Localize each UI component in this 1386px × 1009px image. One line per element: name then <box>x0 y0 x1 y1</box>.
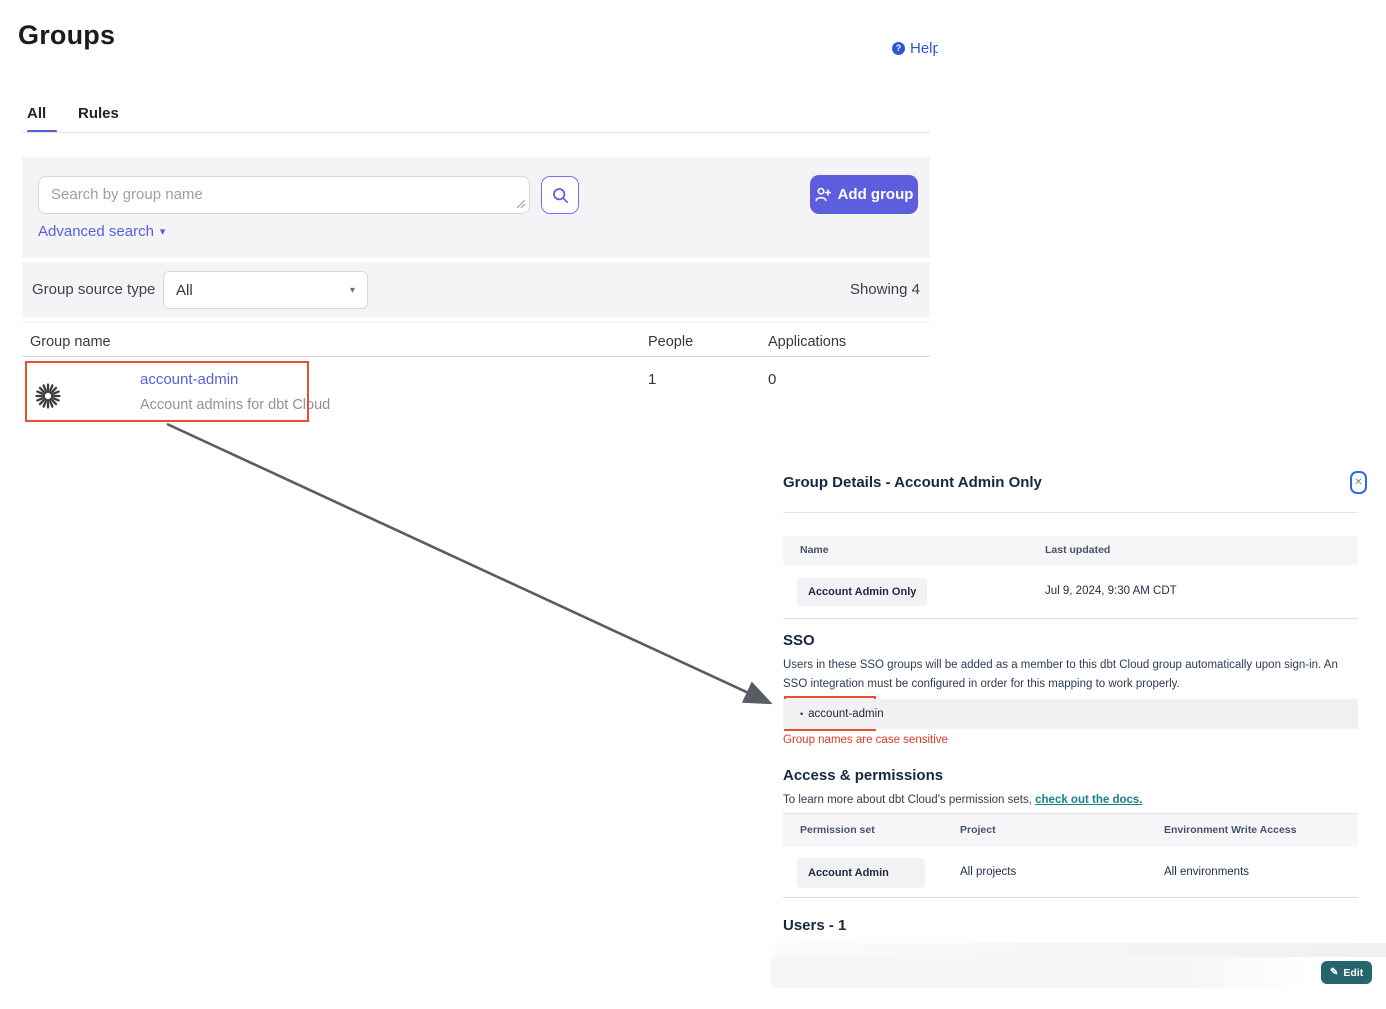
caret-down-icon: ▾ <box>160 225 166 238</box>
add-group-label: Add group <box>838 186 914 203</box>
search-button[interactable] <box>541 176 579 214</box>
advanced-search-label: Advanced search <box>38 223 154 240</box>
group-details-title: Group Details - Account Admin Only <box>783 474 1042 491</box>
column-header-applications: Applications <box>768 334 846 350</box>
applications-count: 0 <box>768 371 776 388</box>
close-button[interactable]: ✕ <box>1350 471 1367 494</box>
group-name-link[interactable]: account-admin <box>140 371 238 388</box>
add-user-icon <box>815 187 831 202</box>
sso-group-name: account-admin <box>808 708 883 720</box>
access-permissions-heading: Access & permissions <box>783 767 943 784</box>
close-icon: ✕ <box>1354 477 1362 488</box>
selected-option-label: All <box>176 282 193 299</box>
edit-label: Edit <box>1343 967 1363 979</box>
sso-group-item: • account-admin <box>800 708 884 720</box>
last-updated-value: Jul 9, 2024, 9:30 AM CDT <box>1045 585 1177 597</box>
access-permissions-description: To learn more about dbt Cloud's permissi… <box>783 794 1142 806</box>
table-top-divider <box>22 322 930 323</box>
help-icon: ? <box>892 42 905 55</box>
annotation-arrow <box>0 0 1386 1009</box>
tab-rules[interactable]: Rules <box>78 105 119 122</box>
help-label: Help <box>910 40 938 57</box>
permission-table-header-env: Environment Write Access <box>1164 824 1296 836</box>
search-panel: Advanced search ▾ Add group <box>22 157 930 258</box>
name-table-header-last-updated: Last updated <box>1045 544 1110 556</box>
case-sensitive-warning: Group names are case sensitive <box>783 734 948 746</box>
group-source-type-select[interactable]: All ▾ <box>163 271 368 309</box>
permission-set-chip: Account Admin <box>797 858 925 888</box>
sso-description: Users in these SSO groups will be added … <box>783 656 1361 694</box>
help-link[interactable]: ? Help <box>892 38 938 58</box>
pencil-icon: ✎ <box>1330 967 1338 978</box>
group-name-chip: Account Admin Only <box>797 578 927 606</box>
permission-table-header-set: Permission set <box>800 824 875 836</box>
column-header-group-name: Group name <box>30 334 111 350</box>
details-title-divider <box>783 512 1358 513</box>
environment-value: All environments <box>1164 866 1249 878</box>
users-table-row-band <box>770 957 1315 988</box>
group-description: Account admins for dbt Cloud <box>140 397 330 413</box>
tabs-divider <box>22 132 930 133</box>
advanced-search-link[interactable]: Advanced search ▾ <box>38 223 165 240</box>
permission-table-header-project: Project <box>960 824 996 836</box>
group-gear-icon <box>34 382 62 415</box>
screenshot-canvas: Groups ? Help All Rules Advanced search … <box>0 0 1386 1009</box>
page-title: Groups <box>18 20 115 51</box>
caret-down-icon: ▾ <box>350 285 355 296</box>
bullet-icon: • <box>800 709 803 719</box>
edit-button[interactable]: ✎ Edit <box>1321 961 1372 984</box>
permission-table-bottom-divider <box>783 897 1358 898</box>
table-header-divider <box>22 356 930 357</box>
docs-link[interactable]: check out the docs. <box>1035 794 1142 806</box>
project-value: All projects <box>960 866 1016 878</box>
name-table-header-name: Name <box>800 544 829 556</box>
users-heading: Users - 1 <box>783 917 846 934</box>
showing-count: Showing 4 <box>850 281 920 298</box>
filter-panel: Group source type All ▾ Showing 4 <box>22 262 930 318</box>
search-icon <box>552 187 569 204</box>
name-table-bottom-divider <box>783 618 1358 619</box>
column-header-people: People <box>648 334 693 350</box>
users-table-header-band <box>775 943 1386 957</box>
group-source-type-label: Group source type <box>32 281 155 298</box>
tab-all[interactable]: All <box>27 105 46 122</box>
sso-heading: SSO <box>783 632 815 649</box>
sso-group-list: • account-admin <box>783 699 1358 729</box>
people-count: 1 <box>648 371 656 388</box>
search-input[interactable] <box>38 176 530 214</box>
add-group-button[interactable]: Add group <box>810 175 918 214</box>
access-description-text: To learn more about dbt Cloud's permissi… <box>783 794 1035 806</box>
